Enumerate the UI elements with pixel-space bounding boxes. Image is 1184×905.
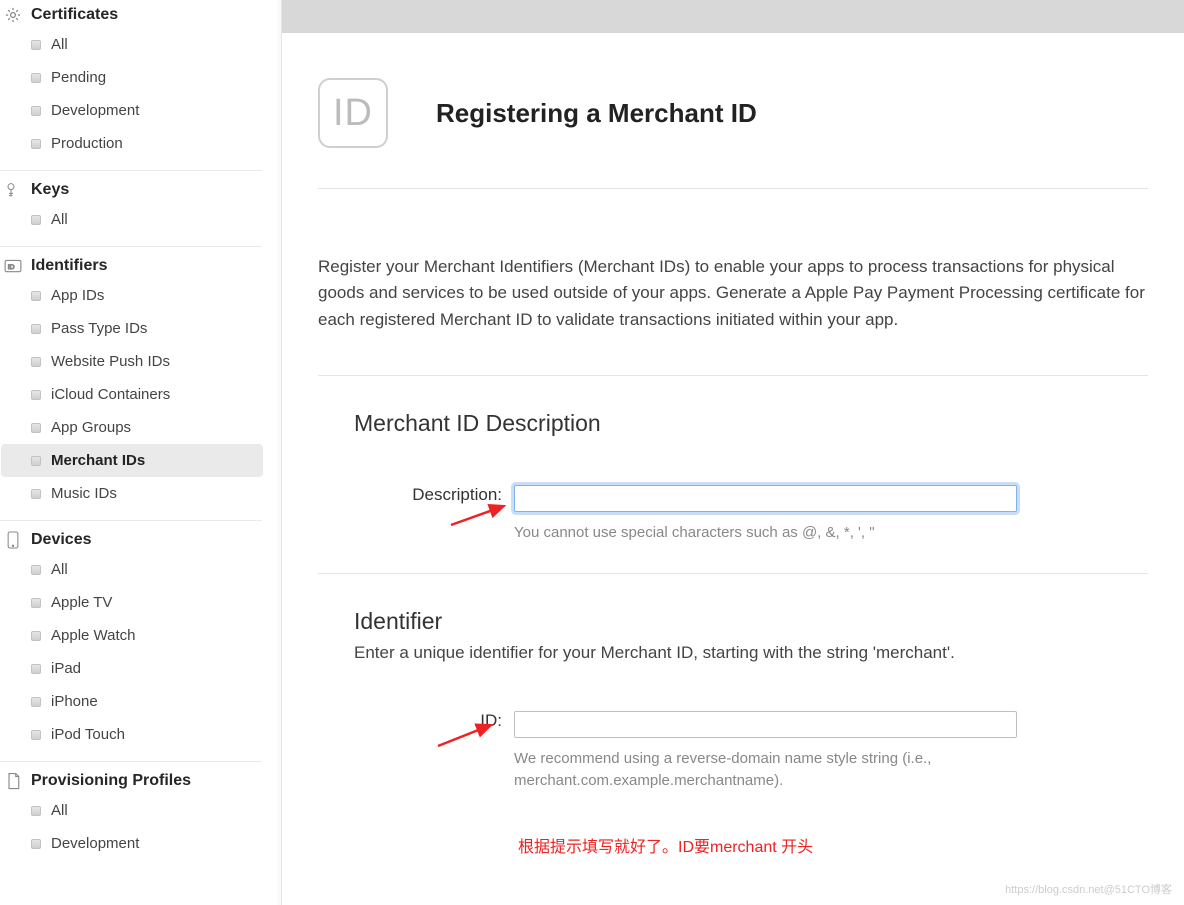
identifier-label: ID: [318, 711, 514, 731]
bullet-icon [31, 598, 41, 608]
sidebar-item-app-ids[interactable]: App IDs [1, 279, 263, 312]
divider [0, 520, 262, 521]
description-section: Merchant ID Description Description: You… [318, 376, 1148, 573]
sidebar-item-merchant-ids[interactable]: Merchant IDs [1, 444, 263, 477]
page-title: Registering a Merchant ID [436, 98, 757, 129]
bullet-icon [31, 806, 41, 816]
sidebar-item-ipad[interactable]: iPad [1, 652, 263, 685]
gear-icon [4, 6, 22, 24]
bullet-icon [31, 631, 41, 641]
key-icon [4, 181, 22, 199]
id-badge-icon: ID [318, 78, 388, 148]
sidebar-item-apple-watch[interactable]: Apple Watch [1, 619, 263, 652]
identifier-input[interactable] [514, 711, 1017, 738]
sidebar-item-profiles-development[interactable]: Development [1, 827, 263, 860]
sidebar: Certificates All Pending Development Pro… [0, 0, 282, 905]
sidebar-item-devices-all[interactable]: All [1, 553, 263, 586]
identifier-field-row: ID: We recommend using a reverse-domain … [318, 711, 1148, 793]
bullet-icon [31, 456, 41, 466]
identifiers-items: App IDs Pass Type IDs Website Push IDs i… [0, 279, 281, 510]
sidebar-item-ipod-touch[interactable]: iPod Touch [1, 718, 263, 751]
certificates-items: All Pending Development Production [0, 28, 281, 160]
sidebar-item-profiles-all[interactable]: All [1, 794, 263, 827]
identifier-section: Identifier Enter a unique identifier for… [318, 574, 1148, 885]
annotation-text: 根据提示填写就好了。ID要merchant 开头 [518, 833, 1148, 857]
identifier-heading: Identifier [354, 608, 1148, 635]
bullet-icon [31, 40, 41, 50]
devices-items: All Apple TV Apple Watch iPad iPhone iPo… [0, 553, 281, 751]
toolbar-band [282, 0, 1184, 33]
description-label: Description: [318, 485, 514, 505]
keys-items: All [0, 203, 281, 236]
profiles-items: All Development [0, 794, 281, 860]
section-header-profiles: Provisioning Profiles [0, 766, 281, 794]
bullet-icon [31, 215, 41, 225]
bullet-icon [31, 664, 41, 674]
device-icon [4, 531, 22, 549]
sidebar-item-pass-type-ids[interactable]: Pass Type IDs [1, 312, 263, 345]
sidebar-item-app-groups[interactable]: App Groups [1, 411, 263, 444]
sidebar-item-icloud-containers[interactable]: iCloud Containers [1, 378, 263, 411]
bullet-icon [31, 730, 41, 740]
bullet-icon [31, 106, 41, 116]
section-header-identifiers: ID Identifiers [0, 251, 281, 279]
sidebar-item-iphone[interactable]: iPhone [1, 685, 263, 718]
sidebar-item-apple-tv[interactable]: Apple TV [1, 586, 263, 619]
sidebar-item-cert-pending[interactable]: Pending [1, 61, 263, 94]
identifier-sub: Enter a unique identifier for your Merch… [354, 643, 1148, 663]
bullet-icon [31, 697, 41, 707]
bullet-icon [31, 565, 41, 575]
divider [0, 170, 262, 171]
section-title: Keys [31, 181, 69, 199]
page-header: ID Registering a Merchant ID [318, 78, 1148, 148]
sidebar-item-keys-all[interactable]: All [1, 203, 263, 236]
bullet-icon [31, 489, 41, 499]
bullet-icon [31, 423, 41, 433]
bullet-icon [31, 390, 41, 400]
section-header-keys: Keys [0, 175, 281, 203]
profile-icon [4, 772, 22, 790]
sidebar-item-website-push-ids[interactable]: Website Push IDs [1, 345, 263, 378]
bullet-icon [31, 291, 41, 301]
section-title: Certificates [31, 6, 118, 24]
sidebar-item-cert-production[interactable]: Production [1, 127, 263, 160]
section-title: Identifiers [31, 257, 107, 275]
section-title: Devices [31, 531, 92, 549]
description-hint: You cannot use special characters such a… [514, 522, 1017, 545]
bullet-icon [31, 357, 41, 367]
sidebar-item-music-ids[interactable]: Music IDs [1, 477, 263, 510]
bullet-icon [31, 324, 41, 334]
svg-text:ID: ID [8, 264, 15, 271]
description-field-row: Description: You cannot use special char… [318, 485, 1148, 545]
bullet-icon [31, 139, 41, 149]
section-header-devices: Devices [0, 525, 281, 553]
main-content: ID Registering a Merchant ID Register yo… [282, 0, 1184, 905]
section-title: Provisioning Profiles [31, 772, 191, 790]
description-input[interactable] [514, 485, 1017, 512]
divider [0, 761, 262, 762]
description-heading: Merchant ID Description [354, 410, 1148, 437]
bullet-icon [31, 73, 41, 83]
watermark: https://blog.csdn.net@51CTO博客 [1005, 881, 1172, 897]
id-icon: ID [4, 259, 22, 273]
intro-text: Register your Merchant Identifiers (Merc… [318, 189, 1148, 375]
divider [0, 246, 262, 247]
bullet-icon [31, 839, 41, 849]
sidebar-item-cert-all[interactable]: All [1, 28, 263, 61]
section-header-certificates: Certificates [0, 0, 281, 28]
identifier-hint: We recommend using a reverse-domain name… [514, 748, 1017, 793]
sidebar-item-cert-development[interactable]: Development [1, 94, 263, 127]
